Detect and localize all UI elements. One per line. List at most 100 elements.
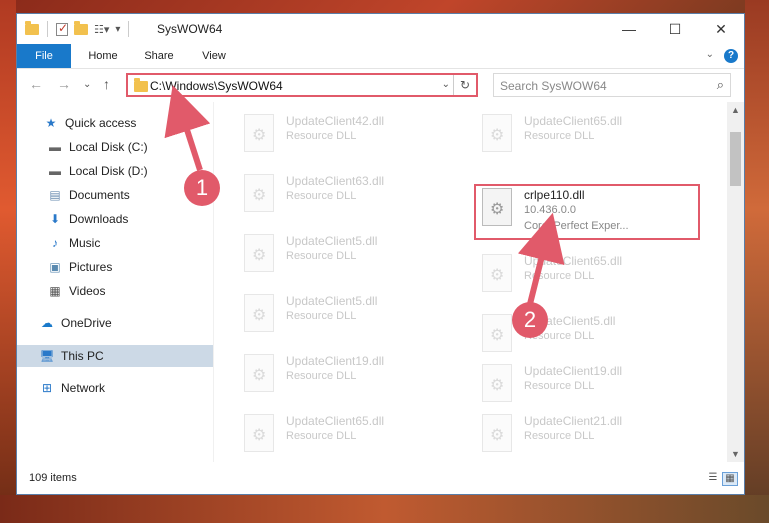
file-explorer-window: ☷▾ ▾ SysWOW64 — ☐ ✕ File Home Share View… <box>16 13 745 495</box>
navigation-pane: ★ Quick access ▬ Local Disk (C:) 📌 ▬ Loc… <box>17 102 235 462</box>
toolbar-dropdown-icon[interactable]: ▾ <box>115 24 120 35</box>
file-list: UpdateClient42.dll Resource DLL UpdateCl… <box>214 102 728 462</box>
sidebar-item-label: Local Disk (C:) <box>69 140 148 154</box>
list-item[interactable]: UpdateClient5.dll Resource DLL <box>474 308 704 362</box>
file-type: Resource DLL <box>286 130 357 142</box>
computer-icon: 🖥 <box>39 349 55 363</box>
file-name: UpdateClient5.dll <box>286 234 378 248</box>
maximize-icon: ☐ <box>668 20 682 37</box>
sidebar-item-label: Local Disk (D:) <box>69 164 148 178</box>
tab-view[interactable]: View <box>189 44 239 68</box>
sidebar-item-label: Documents <box>69 188 130 202</box>
sidebar-item-label: This PC <box>61 349 104 363</box>
file-name: UpdateClient65.dll <box>524 114 623 128</box>
vertical-scrollbar[interactable]: ▲ ▼ <box>727 102 744 462</box>
list-item[interactable]: UpdateClient21.dll Resource DLL <box>474 408 704 462</box>
sidebar-item-videos[interactable]: ▦ Videos 📌 <box>17 280 241 302</box>
list-item[interactable]: UpdateClient19.dll Resource DLL <box>474 358 704 412</box>
back-arrow-icon[interactable]: ← <box>29 76 43 92</box>
folder-icon[interactable] <box>25 20 39 35</box>
file-type: Resource DLL <box>524 380 595 392</box>
tiles-view-icon[interactable]: ▦ <box>722 472 738 486</box>
drive-icon: ▬ <box>49 164 61 178</box>
up-arrow-icon[interactable]: ↑ <box>103 76 110 92</box>
sidebar-item-onedrive[interactable]: ☁ OneDrive <box>17 312 233 334</box>
step-two-badge: 2 <box>512 302 548 338</box>
toolbar-separator <box>47 21 48 37</box>
new-folder-icon[interactable] <box>74 20 88 35</box>
search-icon[interactable]: ⌕ <box>717 77 724 93</box>
scroll-up-icon[interactable]: ▲ <box>727 102 744 118</box>
minimize-button[interactable]: — <box>606 14 652 44</box>
list-item[interactable]: UpdateClient65.dll Resource DLL <box>236 408 466 462</box>
customize-toolbar-icon[interactable]: ☷▾ <box>94 23 109 36</box>
maximize-button[interactable]: ☐ <box>652 14 698 44</box>
scrollbar-thumb[interactable] <box>730 132 741 186</box>
quick-access-toolbar: ☷▾ ▾ <box>25 20 131 37</box>
search-input[interactable]: Search SysWOW64 <box>500 79 607 93</box>
address-dropdown-icon[interactable]: ⌄ <box>442 79 450 90</box>
toolbar-separator <box>128 21 130 37</box>
sidebar-item-label: Music <box>69 236 101 250</box>
close-icon: ✕ <box>715 20 727 37</box>
recent-locations-icon[interactable]: ⌄ <box>83 79 91 90</box>
file-name: UpdateClient5.dll <box>286 294 378 308</box>
list-item[interactable]: UpdateClient42.dll Resource DLL <box>236 108 466 162</box>
file-name: UpdateClient42.dll <box>286 114 385 128</box>
file-name: UpdateClient65.dll <box>286 414 385 428</box>
file-name: UpdateClient63.dll <box>286 174 385 188</box>
list-item[interactable]: UpdateClient65.dll Resource DLL <box>474 248 704 302</box>
folder-icon <box>134 78 148 92</box>
file-type: Resource DLL <box>286 370 357 382</box>
dll-file-icon <box>244 174 274 212</box>
tab-share[interactable]: Share <box>133 44 185 68</box>
sidebar-item-local-disk-c[interactable]: ▬ Local Disk (C:) 📌 <box>17 136 241 158</box>
expand-ribbon-icon[interactable]: ⌄ <box>706 49 714 60</box>
title-bar: ☷▾ ▾ SysWOW64 — ☐ ✕ <box>17 14 744 44</box>
sidebar-item-network[interactable]: ⊞ Network <box>17 377 233 399</box>
sidebar-item-label: Downloads <box>69 212 129 226</box>
sidebar-item-label: Quick access <box>65 116 137 130</box>
file-type: Resource DLL <box>524 430 595 442</box>
close-button[interactable]: ✕ <box>698 14 744 44</box>
tab-file[interactable]: File <box>17 44 71 68</box>
dll-file-icon <box>482 254 512 292</box>
details-view-icon[interactable]: ☰ <box>706 472 720 484</box>
list-item[interactable]: UpdateClient65.dll Resource DLL <box>474 108 704 162</box>
sidebar-item-music[interactable]: ♪ Music 📌 <box>17 232 241 254</box>
navigation-bar: ← → ⌄ ↑ C:\Windows\SysWOW64 ⌄ ↻ Search S… <box>17 69 744 101</box>
list-item[interactable]: UpdateClient19.dll Resource DLL <box>236 348 466 402</box>
dll-file-icon <box>244 234 274 272</box>
picture-icon: ▣ <box>49 260 61 274</box>
list-item[interactable]: UpdateClient5.dll Resource DLL <box>236 228 466 282</box>
sidebar-item-label: OneDrive <box>61 316 112 330</box>
ribbon-tabs: File Home Share View ⌄ ? <box>17 44 744 69</box>
properties-icon[interactable] <box>56 21 68 36</box>
dll-file-icon <box>244 114 274 152</box>
download-icon: ⬇ <box>49 212 61 226</box>
sidebar-item-this-pc[interactable]: 🖥 This PC <box>17 345 233 367</box>
sidebar-item-downloads[interactable]: ⬇ Downloads 📌 <box>17 208 241 230</box>
list-item[interactable]: UpdateClient5.dll Resource DLL <box>236 288 466 342</box>
drive-icon: ▬ <box>49 140 61 154</box>
scroll-down-icon[interactable]: ▼ <box>727 446 744 462</box>
tab-home[interactable]: Home <box>75 44 131 68</box>
forward-arrow-icon[interactable]: → <box>57 76 71 92</box>
video-icon: ▦ <box>49 284 61 298</box>
address-bar[interactable]: C:\Windows\SysWOW64 ⌄ ↻ <box>126 73 478 97</box>
dll-file-icon <box>244 354 274 392</box>
list-item[interactable]: UpdateClient63.dll Resource DLL <box>236 168 466 222</box>
file-name: UpdateClient21.dll <box>524 414 623 428</box>
file-type: Resource DLL <box>286 250 357 262</box>
item-count: 109 items <box>29 472 77 484</box>
dll-file-icon <box>482 114 512 152</box>
sidebar-item-quick-access[interactable]: ★ Quick access <box>17 112 237 134</box>
address-path[interactable]: C:\Windows\SysWOW64 <box>150 79 283 93</box>
sidebar-item-pictures[interactable]: ▣ Pictures 📌 <box>17 256 241 278</box>
search-box[interactable]: Search SysWOW64 ⌕ <box>493 73 731 97</box>
dll-file-icon <box>244 414 274 452</box>
sidebar-item-label: Network <box>61 381 106 395</box>
desktop-background-bottom <box>0 495 769 523</box>
refresh-icon[interactable]: ↻ <box>453 75 476 95</box>
help-icon[interactable]: ? <box>724 49 738 63</box>
